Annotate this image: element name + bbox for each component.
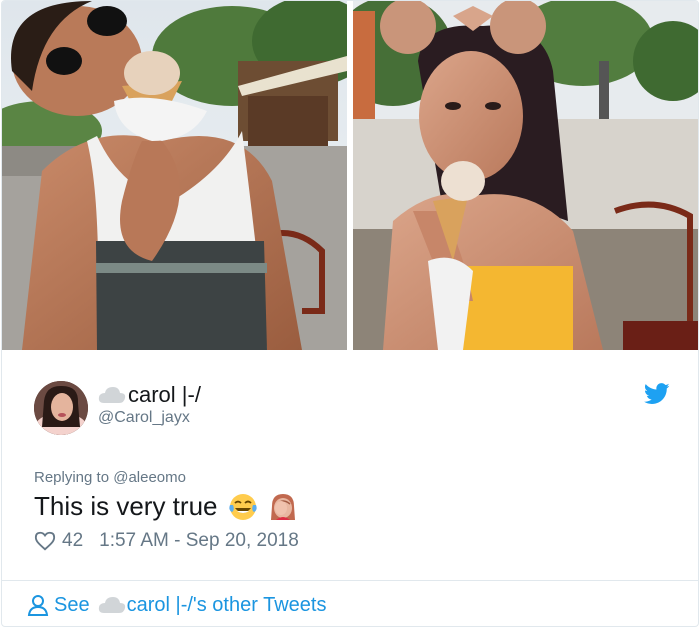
photo-left-image xyxy=(2,1,347,350)
like-count[interactable]: 42 xyxy=(62,530,83,552)
photo-right-image xyxy=(353,1,698,350)
heart-icon[interactable] xyxy=(34,530,56,552)
tweet-meta: 42 1:57 AM - Sep 20, 2018 xyxy=(34,529,299,553)
tweet-text-content: This is very true xyxy=(34,491,218,521)
twitter-bird-icon[interactable] xyxy=(644,383,670,405)
author-name[interactable]: carol |-/ xyxy=(98,381,201,409)
tweet-media[interactable] xyxy=(2,1,698,350)
tweet-card: carol |-/ @Carol_jayx Replying to @aleeo… xyxy=(1,0,699,627)
person-icon xyxy=(27,595,49,616)
photo-woman-eating-ice-cream[interactable] xyxy=(353,1,698,350)
footer-cloud-icon xyxy=(98,597,125,613)
footer-suffix: 's other Tweets xyxy=(192,593,327,616)
face-with-tears-of-joy-icon xyxy=(228,493,257,520)
reply-context[interactable]: Replying to @aleeomo xyxy=(34,469,186,486)
footer-see-text: See xyxy=(54,593,90,616)
see-other-tweets-link[interactable]: See carol |-/ 's other Tweets xyxy=(26,591,326,619)
cloud-icon xyxy=(98,387,126,403)
author-handle[interactable]: @Carol_jayx xyxy=(98,409,190,427)
author-avatar[interactable] xyxy=(34,381,88,435)
footer-author-name: carol |-/ xyxy=(126,593,193,616)
avatar-image xyxy=(34,381,88,435)
author-name-text: carol |-/ xyxy=(128,382,201,407)
tweet-timestamp[interactable]: 1:57 AM - Sep 20, 2018 xyxy=(99,530,299,552)
footer-divider xyxy=(2,580,698,581)
photo-man-eating-ice-cream[interactable] xyxy=(2,1,347,350)
woman-facepalming-icon xyxy=(270,493,295,520)
tweet-text: This is very true xyxy=(34,491,298,522)
